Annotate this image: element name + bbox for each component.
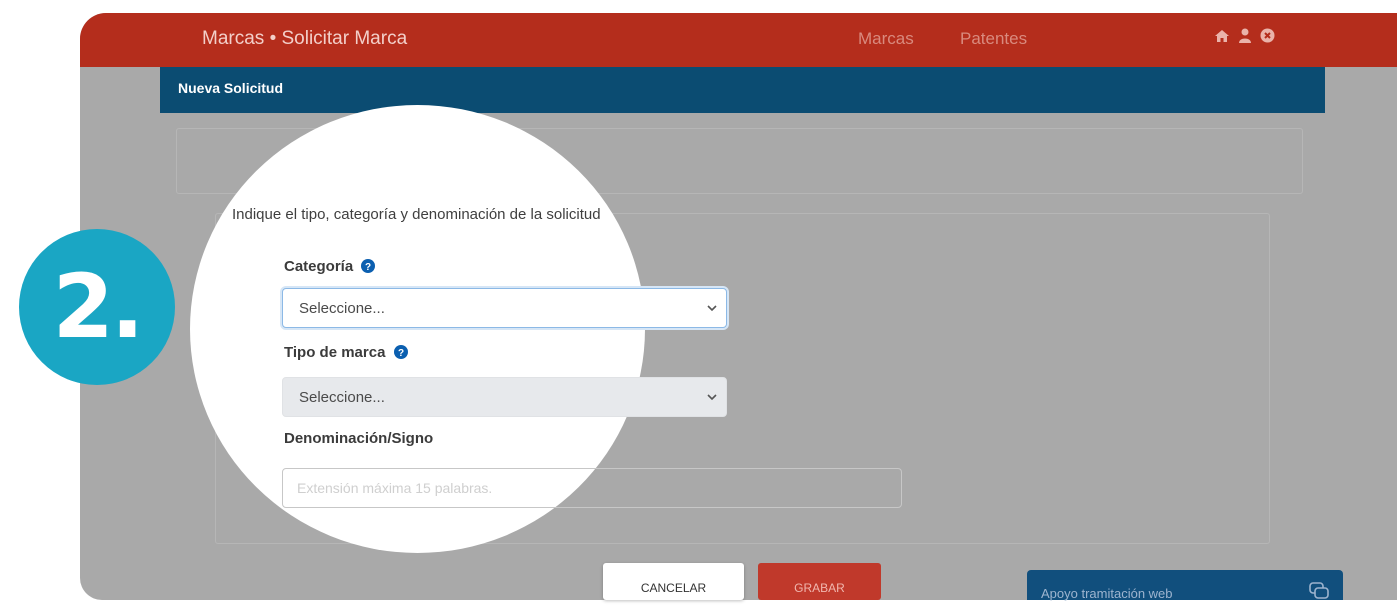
categoria-label: Categoría ?	[284, 258, 376, 277]
home-icon[interactable]	[1214, 29, 1230, 43]
categoria-label-text: Categoría	[284, 258, 354, 275]
tipo-marca-label: Tipo de marca ?	[284, 344, 408, 363]
step-badge: 2.	[19, 229, 175, 385]
close-circle-icon[interactable]	[1260, 28, 1275, 43]
section-header: Nueva Solicitud	[160, 67, 1325, 113]
nav-patentes-link[interactable]: Patentes	[960, 29, 1027, 49]
app-title: Marcas • Solicitar Marca	[202, 28, 408, 49]
support-chat-label: Apoyo tramitación web	[1041, 586, 1173, 601]
categoria-select-value: Seleccione...	[299, 300, 385, 317]
chevron-down-icon	[707, 394, 717, 401]
section-title: Nueva Solicitud	[178, 80, 284, 96]
categoria-select[interactable]: Seleccione...	[282, 288, 727, 328]
top-navbar: Marcas • Solicitar Marca Marcas Patentes	[80, 13, 1397, 67]
svg-text:?: ?	[365, 262, 371, 273]
help-icon[interactable]: ?	[361, 259, 376, 277]
form-instruction: Indique el tipo, categoría y denominació…	[232, 206, 601, 223]
denominacion-placeholder: Extensión máxima 15 palabras.	[297, 480, 493, 496]
tipo-marca-label-text: Tipo de marca	[284, 344, 386, 361]
denominacion-label: Denominación/Signo	[284, 430, 434, 447]
chat-icon	[1309, 582, 1329, 599]
tipo-marca-select[interactable]: Seleccione...	[282, 377, 727, 417]
chevron-down-icon	[707, 305, 717, 312]
tipo-marca-select-value: Seleccione...	[299, 389, 385, 406]
svg-text:?: ?	[398, 348, 404, 359]
header-icons	[1214, 28, 1275, 43]
save-button[interactable]: GRABAR	[758, 563, 881, 600]
help-icon[interactable]: ?	[393, 345, 408, 363]
nav-marcas-link[interactable]: Marcas	[858, 29, 914, 49]
support-chat-widget[interactable]: Apoyo tramitación web	[1027, 570, 1343, 601]
denominacion-input[interactable]: Extensión máxima 15 palabras.	[282, 468, 902, 508]
cancel-button[interactable]: CANCELAR	[603, 563, 744, 600]
user-icon[interactable]	[1238, 28, 1252, 43]
